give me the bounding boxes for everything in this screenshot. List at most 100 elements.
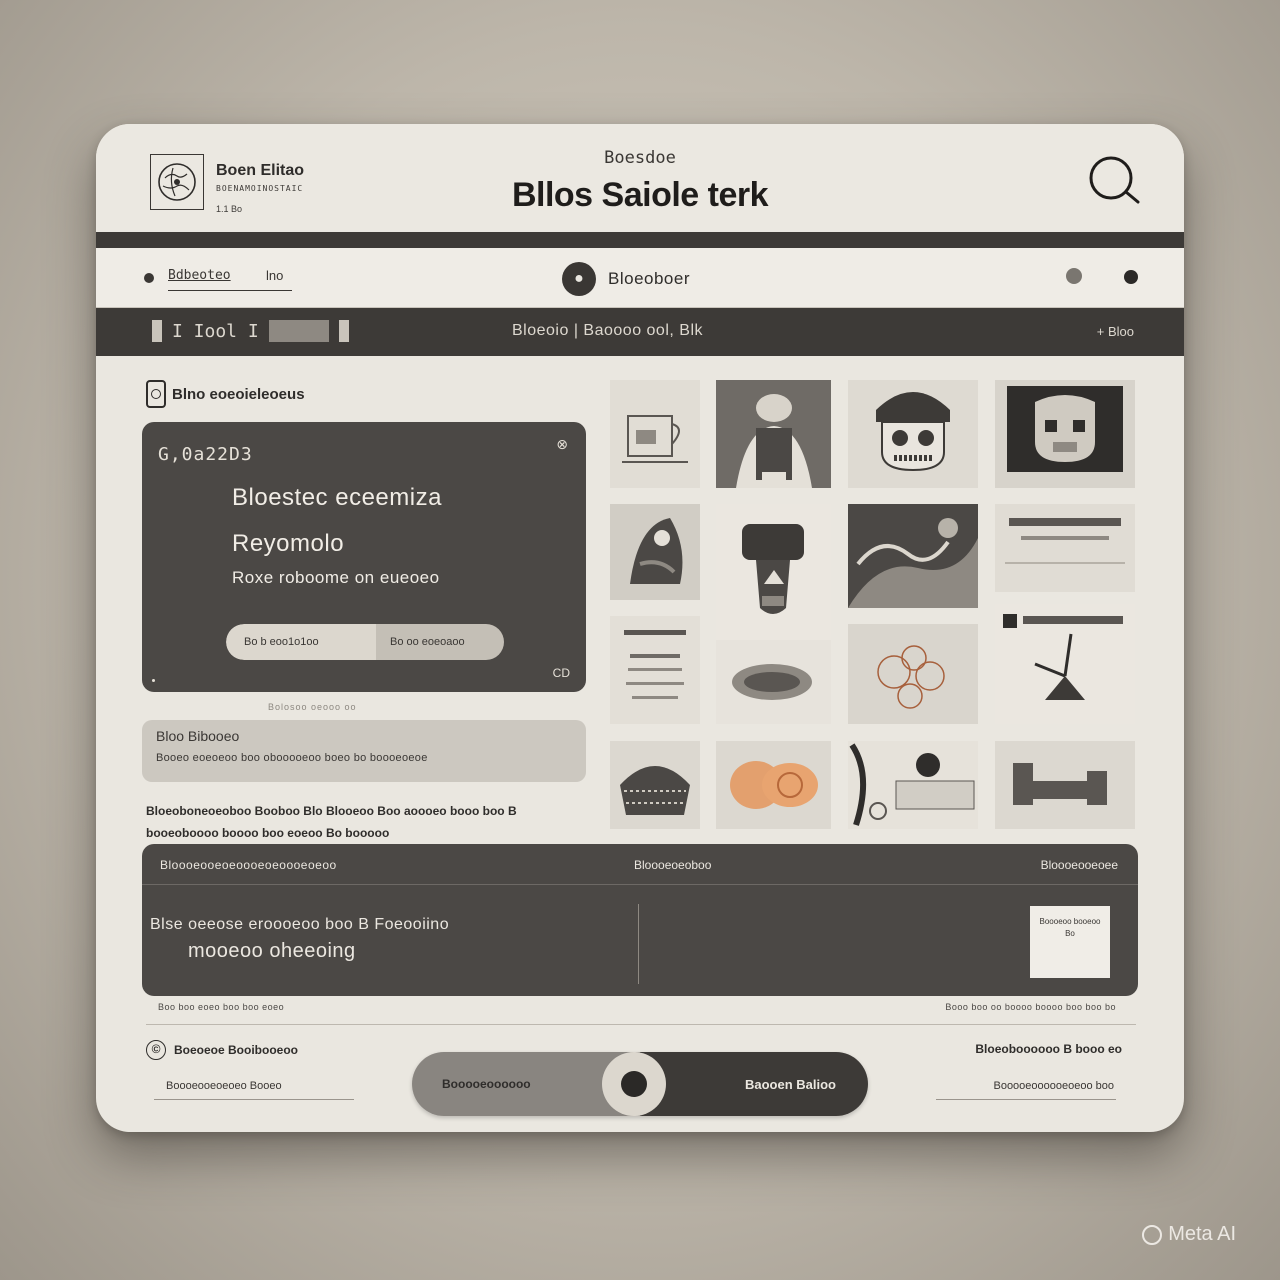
card-description: Roxe roboome on eueoeo — [232, 568, 440, 587]
toolbar-left-group[interactable]: I Iool I — [152, 320, 349, 342]
card-code: G,0a22D3 — [158, 444, 253, 465]
gallery-image[interactable] — [610, 504, 700, 600]
card-headline: Bloestec eceemiza — [232, 484, 442, 511]
summary-lead-secondary: mooeoo oheeoing — [188, 940, 356, 962]
card-dot-icon — [152, 679, 155, 682]
card-option-right[interactable]: Bo oo eoeoaoo — [376, 624, 504, 660]
meta-logo-icon — [1142, 1224, 1163, 1245]
address-center-label: Bloeoboer — [608, 269, 691, 288]
gallery-image[interactable] — [848, 624, 978, 724]
meta-text-right: Booo boo oo boooo boooo boo boo bo — [945, 1002, 1116, 1012]
card-option-left[interactable]: Bo b eoo1o1oo — [226, 624, 376, 660]
address-center[interactable]: ● Bloeoboer — [562, 262, 690, 296]
gallery-image[interactable] — [716, 741, 831, 829]
page-title: Bllos Saiole terk — [511, 176, 769, 214]
gallery-image[interactable] — [716, 504, 831, 640]
watermark: Meta AI — [1142, 1223, 1236, 1246]
figure-photo-icon — [716, 380, 831, 488]
copyright-icon: © — [146, 1040, 166, 1060]
skull-icon — [995, 380, 1135, 488]
info-box-title: Bloo Bibooeo — [156, 728, 240, 744]
toolbar-breadcrumb[interactable]: Bloeoio | Baoooo ool, Blk — [512, 322, 703, 340]
user-icon: ● — [562, 262, 596, 296]
citrus-icon — [716, 741, 831, 829]
watermark-text: Meta AI — [1168, 1223, 1236, 1245]
page-kicker: Boesdoe — [604, 148, 676, 168]
toolbar-add-button[interactable]: + Bloo — [1097, 324, 1134, 339]
footer-divider — [146, 1024, 1136, 1025]
document-icon — [610, 616, 700, 724]
app-header: Boen Elitao BOENAMOINOSTAIC 1.1 Bo Boesd… — [96, 124, 1184, 232]
summary-heading-center: Bloooeoeoboo — [634, 858, 712, 872]
mode-toggle[interactable]: Booooeoooooo Baooen Balioo — [412, 1052, 868, 1116]
address-tab-secondary[interactable]: lno — [266, 268, 283, 283]
footer-left-underline — [154, 1099, 354, 1100]
sidebar-paragraph: Bloeoboneoeoboo Booboo Blo Blooeoo Boo a… — [146, 804, 517, 840]
gallery-image[interactable] — [610, 741, 700, 829]
artifact-photo-icon — [610, 504, 700, 600]
toggle-knob-dot-icon — [621, 1071, 647, 1097]
header-divider — [96, 232, 1184, 248]
info-box-text: Booeo eoeoeoo boo obooooeoo boeo bo booo… — [156, 752, 428, 764]
card-caption: Bolosoo oeooo oo — [268, 702, 357, 712]
toolbar-block-icon — [338, 320, 349, 342]
toolbar-left-text: I Iool I — [172, 320, 259, 342]
tool-icon — [995, 741, 1135, 829]
card-close-icon[interactable]: ⊗ — [556, 436, 568, 453]
document-icon — [995, 504, 1135, 592]
gallery-image[interactable] — [848, 380, 978, 488]
menu-dot-button[interactable] — [1124, 270, 1138, 284]
gallery-image[interactable] — [848, 504, 978, 608]
summary-panel: Bloooeooeoeoooeoeoooeoeoo Bloooeoeoboo B… — [142, 844, 1138, 996]
insect-photo-icon — [995, 604, 1135, 724]
summary-vertical-divider — [638, 904, 639, 984]
skull-icon — [848, 380, 978, 488]
card-footer-badge: CD — [552, 666, 570, 680]
address-tab[interactable]: Bdbeoteo — [168, 268, 231, 283]
footer-right-underline — [936, 1099, 1116, 1100]
qr-code-card[interactable]: Boooeoo booeoo Bo — [1030, 906, 1110, 978]
section-header: Blno eoeoieleoeus — [146, 380, 305, 408]
search-button[interactable] — [1084, 152, 1144, 208]
section-title: Blno eoeoieleoeus — [172, 385, 305, 403]
footer-left-title: © Boeoeoe Booibooeoo — [146, 1040, 298, 1060]
app-window: Boen Elitao BOENAMOINOSTAIC 1.1 Bo Boesd… — [96, 124, 1184, 1132]
meta-text-left: Boo boo eoeo boo boo eoeo — [158, 1002, 285, 1012]
card-segmented-control[interactable]: Bo b eoo1o1oo Bo oo eoeoaoo — [226, 624, 504, 660]
settings-dot-button[interactable] — [1066, 268, 1082, 284]
footer-right-title: Bloeoboooooo B booo eo — [975, 1042, 1122, 1056]
gallery-image[interactable] — [995, 741, 1135, 829]
info-box[interactable]: Bloo Bibooeo Booeo eoeoeoo boo obooooeoo… — [142, 720, 586, 782]
sculpture-photo-icon — [848, 504, 978, 608]
summary-heading-right: Bloooeooeoee — [1040, 858, 1118, 872]
sketch-faces-icon — [848, 624, 978, 724]
gallery-image[interactable] — [995, 604, 1135, 724]
footer-right-link[interactable]: Booooeoooooeoeoo boo — [993, 1080, 1114, 1092]
summary-divider — [142, 884, 1138, 885]
texture-photo-icon — [716, 640, 831, 724]
footer-left-link[interactable]: Boooeooeoeoeo Booeo — [166, 1080, 282, 1092]
toolbar-image-icon — [268, 320, 329, 342]
cup-sketch-icon — [610, 380, 700, 488]
gallery-text-card[interactable] — [610, 616, 700, 724]
gallery-text-card[interactable] — [995, 504, 1135, 592]
gallery-image[interactable] — [716, 640, 831, 724]
gallery-image[interactable] — [610, 380, 700, 488]
toolbar-block-icon — [152, 320, 162, 342]
summary-lead: Blse oeeose eroooeoo boo B Foeooiino — [150, 916, 450, 933]
address-bar: Bdbeoteo lno ● Bloeoboer — [96, 248, 1184, 308]
gallery-image[interactable] — [848, 741, 978, 829]
search-icon — [1089, 156, 1140, 204]
mask-icon — [716, 504, 831, 640]
status-dot-icon — [144, 273, 154, 283]
gallery-image[interactable] — [716, 380, 831, 488]
gallery-image[interactable] — [995, 380, 1135, 488]
card-subheadline: Reyomolo — [232, 530, 345, 557]
summary-heading-left: Bloooeooeoeoooeoeoooeoeoo — [160, 858, 337, 872]
toggle-right-label[interactable]: Baooen Balioo — [640, 1052, 868, 1116]
toolbar: I Iool I Bloeoio | Baoooo ool, Blk + Blo… — [96, 308, 1184, 356]
toggle-knob[interactable] — [602, 1052, 666, 1116]
address-tab-underline — [168, 290, 292, 291]
collage-icon — [848, 741, 978, 829]
feature-card[interactable]: G,0a22D3 ⊗ Bloestec eceemiza Reyomolo Ro… — [142, 422, 586, 692]
